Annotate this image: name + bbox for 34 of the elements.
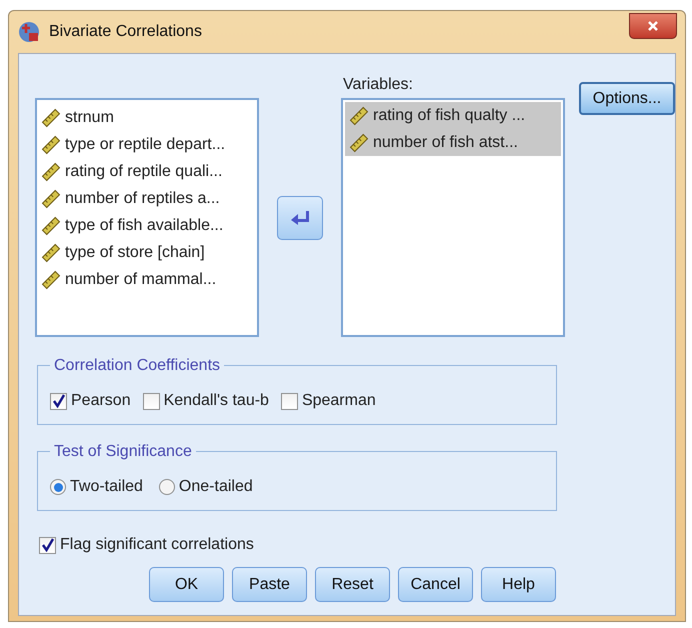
window-title: Bivariate Correlations [49, 22, 203, 42]
checkbox-label: Flag significant correlations [60, 535, 254, 555]
variable-item[interactable]: type of fish available... [37, 212, 257, 239]
radio-button[interactable] [50, 479, 66, 495]
checkbox[interactable] [280, 392, 298, 410]
close-icon [647, 20, 659, 32]
variable-item[interactable]: type of store [chain] [37, 239, 257, 266]
dialog-button[interactable]: Help [481, 567, 556, 602]
checkbox-label: Kendall's tau-b [164, 391, 269, 411]
move-button[interactable] [277, 196, 323, 240]
radio-label: One-tailed [178, 477, 253, 497]
radio-button[interactable] [158, 479, 175, 495]
variable-item[interactable]: number of mammal... [37, 266, 257, 293]
checkbox-label: Spearman [302, 391, 376, 411]
checkbox[interactable] [50, 392, 67, 410]
variable-item[interactable]: number of reptiles a... [37, 185, 257, 212]
radio-label: Two-tailed [70, 477, 143, 497]
variable-item[interactable]: number of fish atst... [345, 129, 561, 156]
checkbox[interactable] [142, 392, 160, 410]
return-arrow-icon [290, 210, 310, 226]
variable-item[interactable]: type or reptile depart... [37, 131, 257, 158]
close-button[interactable] [629, 13, 677, 39]
dialog-button[interactable]: Reset [315, 567, 390, 602]
variable-item[interactable]: rating of fish qualty ... [345, 102, 561, 129]
variables-label: Variables: [343, 75, 413, 95]
checkbox-label: Pearson [71, 391, 131, 411]
app-icon [17, 20, 41, 44]
checkbox[interactable] [39, 536, 56, 554]
dialog-button[interactable]: Paste [232, 567, 307, 602]
variable-item[interactable]: strnum [37, 104, 257, 131]
options-button[interactable]: Options... [579, 82, 675, 115]
variable-item[interactable]: rating of reptile quali... [37, 158, 257, 185]
dialog-button[interactable]: OK [149, 567, 224, 602]
dialog-button[interactable]: Cancel [398, 567, 473, 602]
